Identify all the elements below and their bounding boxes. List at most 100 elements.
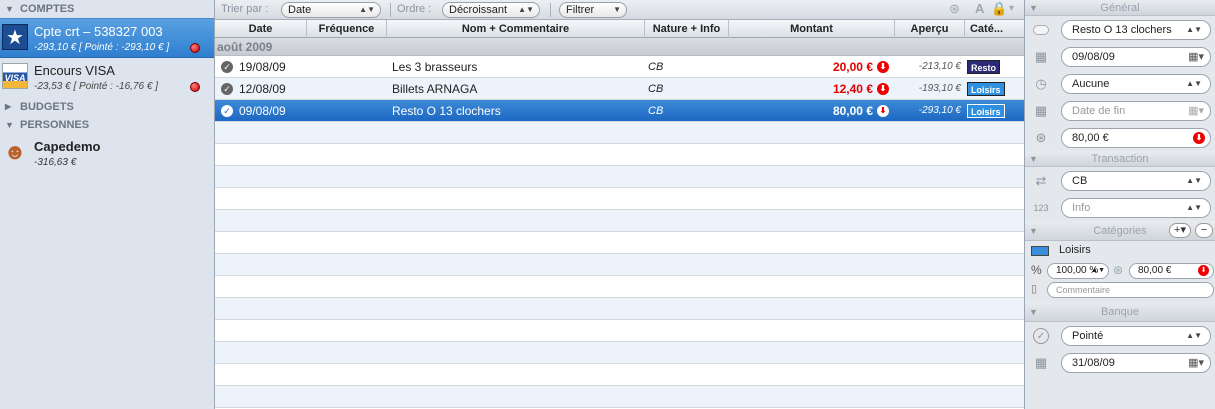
- row-apercu: -293,10 €: [918, 105, 961, 116]
- font-size-icon[interactable]: A: [975, 1, 984, 16]
- category-split-line: % 100,00 % ▲▼ ⊛ 80,00 € ⬇: [1025, 261, 1215, 281]
- transaction-section-header[interactable]: ▼ Transaction: [1025, 151, 1215, 167]
- check-status-icon[interactable]: ✓: [221, 61, 233, 73]
- end-date-field[interactable]: Date de fin ▦▾: [1061, 101, 1211, 121]
- disclosure-open-icon[interactable]: ▼: [1029, 302, 1038, 322]
- disclosure-closed-icon[interactable]: ▶: [5, 98, 11, 116]
- row-date: 19/08/09: [239, 60, 286, 74]
- calendar-picker-icon[interactable]: ▦▾: [1188, 48, 1204, 66]
- disclosure-open-icon[interactable]: ▼: [1029, 151, 1038, 167]
- add-category-button[interactable]: +▾: [1169, 223, 1191, 238]
- table-row[interactable]: ✓ 19/08/09 Les 3 brasseurs CB 20,00 € ⬇ …: [215, 56, 1024, 78]
- calendar-picker-icon[interactable]: ▦▾: [1188, 102, 1204, 120]
- updown-arrow-icon: ▲▼: [1186, 203, 1202, 212]
- bank-date-field[interactable]: 31/08/09 ▦▾: [1061, 353, 1211, 373]
- table-row-selected[interactable]: ✓ 09/08/09 Resto O 13 clochers CB 80,00 …: [215, 100, 1024, 122]
- col-nom[interactable]: Nom + Commentaire: [387, 20, 645, 38]
- account-item-cpte-crt[interactable]: ★ Cpte crt – 538327 003 -293,10 € [ Poin…: [0, 18, 214, 58]
- debit-arrow-icon: ⬇: [877, 105, 889, 117]
- number-123-icon: 123: [1033, 203, 1049, 213]
- disclosure-open-icon[interactable]: ▼: [5, 0, 14, 18]
- category-tag: Loisirs: [967, 104, 1005, 118]
- col-date[interactable]: Date: [215, 20, 307, 38]
- col-apercu[interactable]: Aperçu: [895, 20, 965, 38]
- updown-arrow-icon: ▲▼: [1186, 79, 1202, 88]
- categories-label: Catégories: [1093, 225, 1147, 237]
- col-categorie[interactable]: Caté...: [965, 20, 1008, 38]
- disclosure-open-icon[interactable]: ▼: [1029, 221, 1038, 241]
- list-toolbar: Trier par : Date ▲▼ Ordre : Décroissant ▲▼…: [215, 0, 1024, 20]
- col-montant[interactable]: Montant: [729, 20, 895, 38]
- comptes-section-header[interactable]: ▼ COMPTES: [0, 0, 214, 18]
- sort-label: Trier par :: [221, 3, 269, 15]
- chevron-down-icon: ▼: [613, 5, 621, 14]
- col-nature[interactable]: Nature + Info: [645, 20, 729, 38]
- row-date: 12/08/09: [239, 82, 286, 96]
- coins-icon: ⊛: [1035, 130, 1047, 145]
- category-name: Loisirs: [1059, 244, 1091, 256]
- personnes-section-header[interactable]: ▼ PERSONNES: [0, 116, 214, 134]
- repeat-popup[interactable]: Aucune ▲▼: [1061, 74, 1211, 94]
- check-status-icon[interactable]: ✓: [221, 105, 233, 117]
- amount-field[interactable]: 80,00 € ⬇: [1061, 128, 1211, 148]
- row-nature: CB: [648, 105, 664, 117]
- comment-field[interactable]: Commentaire: [1047, 282, 1214, 298]
- empty-row: [215, 232, 1024, 254]
- filter-popup[interactable]: Filtrer ▼: [559, 2, 627, 18]
- sort-popup[interactable]: Date ▲▼: [281, 2, 381, 18]
- banque-section-header[interactable]: ▼ Banque: [1025, 302, 1215, 322]
- categories-section-header[interactable]: ▼ Catégories +▾ −: [1025, 221, 1215, 241]
- order-value: Décroissant: [449, 4, 508, 16]
- visa-logo-text: VISA: [4, 73, 26, 83]
- disclosure-open-icon[interactable]: ▼: [1029, 0, 1038, 16]
- info-placeholder: Info: [1072, 202, 1091, 214]
- general-section-header[interactable]: ▼ Général: [1025, 0, 1215, 16]
- status-popup[interactable]: Pointé ▲▼: [1061, 326, 1211, 346]
- remove-category-button[interactable]: −: [1195, 223, 1213, 238]
- debit-arrow-icon[interactable]: ⬇: [1198, 265, 1209, 276]
- category-color-swatch: [1031, 246, 1049, 256]
- order-popup[interactable]: Décroissant ▲▼: [442, 2, 540, 18]
- row-amount: 80,00 €: [832, 104, 873, 118]
- disclosure-open-icon[interactable]: ▼: [5, 116, 14, 134]
- type-popup[interactable]: CB ▲▼: [1061, 171, 1211, 191]
- comment-placeholder: Commentaire: [1056, 285, 1111, 295]
- account-item-encours-visa[interactable]: VISA Encours VISA -23,53 € [ Pointé : -1…: [0, 58, 214, 98]
- order-label: Ordre :: [397, 3, 432, 15]
- empty-row: [215, 144, 1024, 166]
- general-label: Général: [1100, 2, 1140, 14]
- amount-toggle-icon[interactable]: ⊛: [949, 1, 960, 17]
- date-field[interactable]: 09/08/09 ▦▾: [1061, 47, 1211, 67]
- payee-icon: [1033, 25, 1049, 35]
- empty-row: [215, 320, 1024, 342]
- type-value: CB: [1072, 175, 1088, 187]
- empty-row: [215, 364, 1024, 386]
- category-amount-field[interactable]: 80,00 € ⬇: [1129, 263, 1214, 279]
- info-field[interactable]: Info ▲▼: [1061, 198, 1211, 218]
- category-line[interactable]: Loisirs: [1025, 241, 1215, 261]
- budgets-section-header[interactable]: ▶ BUDGETS: [0, 98, 214, 116]
- calendar-check-icon: ▦: [1034, 355, 1048, 370]
- row-amount: 20,00 €: [832, 60, 873, 74]
- empty-row: [215, 210, 1024, 232]
- status-value: Pointé: [1072, 330, 1104, 342]
- lock-icon[interactable]: 🔒: [991, 1, 1007, 17]
- col-frequence[interactable]: Fréquence: [307, 20, 387, 38]
- banque-label: Banque: [1101, 306, 1139, 318]
- category-tag: Loisirs: [967, 82, 1005, 96]
- table-row[interactable]: ✓ 12/08/09 Billets ARNAGA CB 12,40 € ⬇ -…: [215, 78, 1024, 100]
- person-item-capedemo[interactable]: ☻ Capedemo -316,63 €: [0, 134, 214, 178]
- comptes-label: COMPTES: [20, 3, 75, 15]
- payee-popup[interactable]: Resto O 13 clochers ▲▼: [1061, 20, 1211, 40]
- row-nature: CB: [648, 61, 664, 73]
- row-name: Resto O 13 clochers: [392, 104, 501, 118]
- check-status-icon[interactable]: ✓: [221, 83, 233, 95]
- category-tag: Resto: [967, 60, 1001, 74]
- calendar-picker-icon[interactable]: ▦▾: [1188, 354, 1204, 372]
- debit-arrow-icon[interactable]: ⬇: [1193, 132, 1205, 144]
- column-menu-icon[interactable]: ▾: [1009, 3, 1014, 14]
- checkmark-circle-icon: ✓: [1033, 328, 1049, 344]
- updown-arrow-icon[interactable]: ▲▼: [1091, 264, 1105, 278]
- percent-field[interactable]: 100,00 % ▲▼: [1047, 263, 1109, 279]
- status-row: ✓ Pointé ▲▼: [1025, 322, 1215, 349]
